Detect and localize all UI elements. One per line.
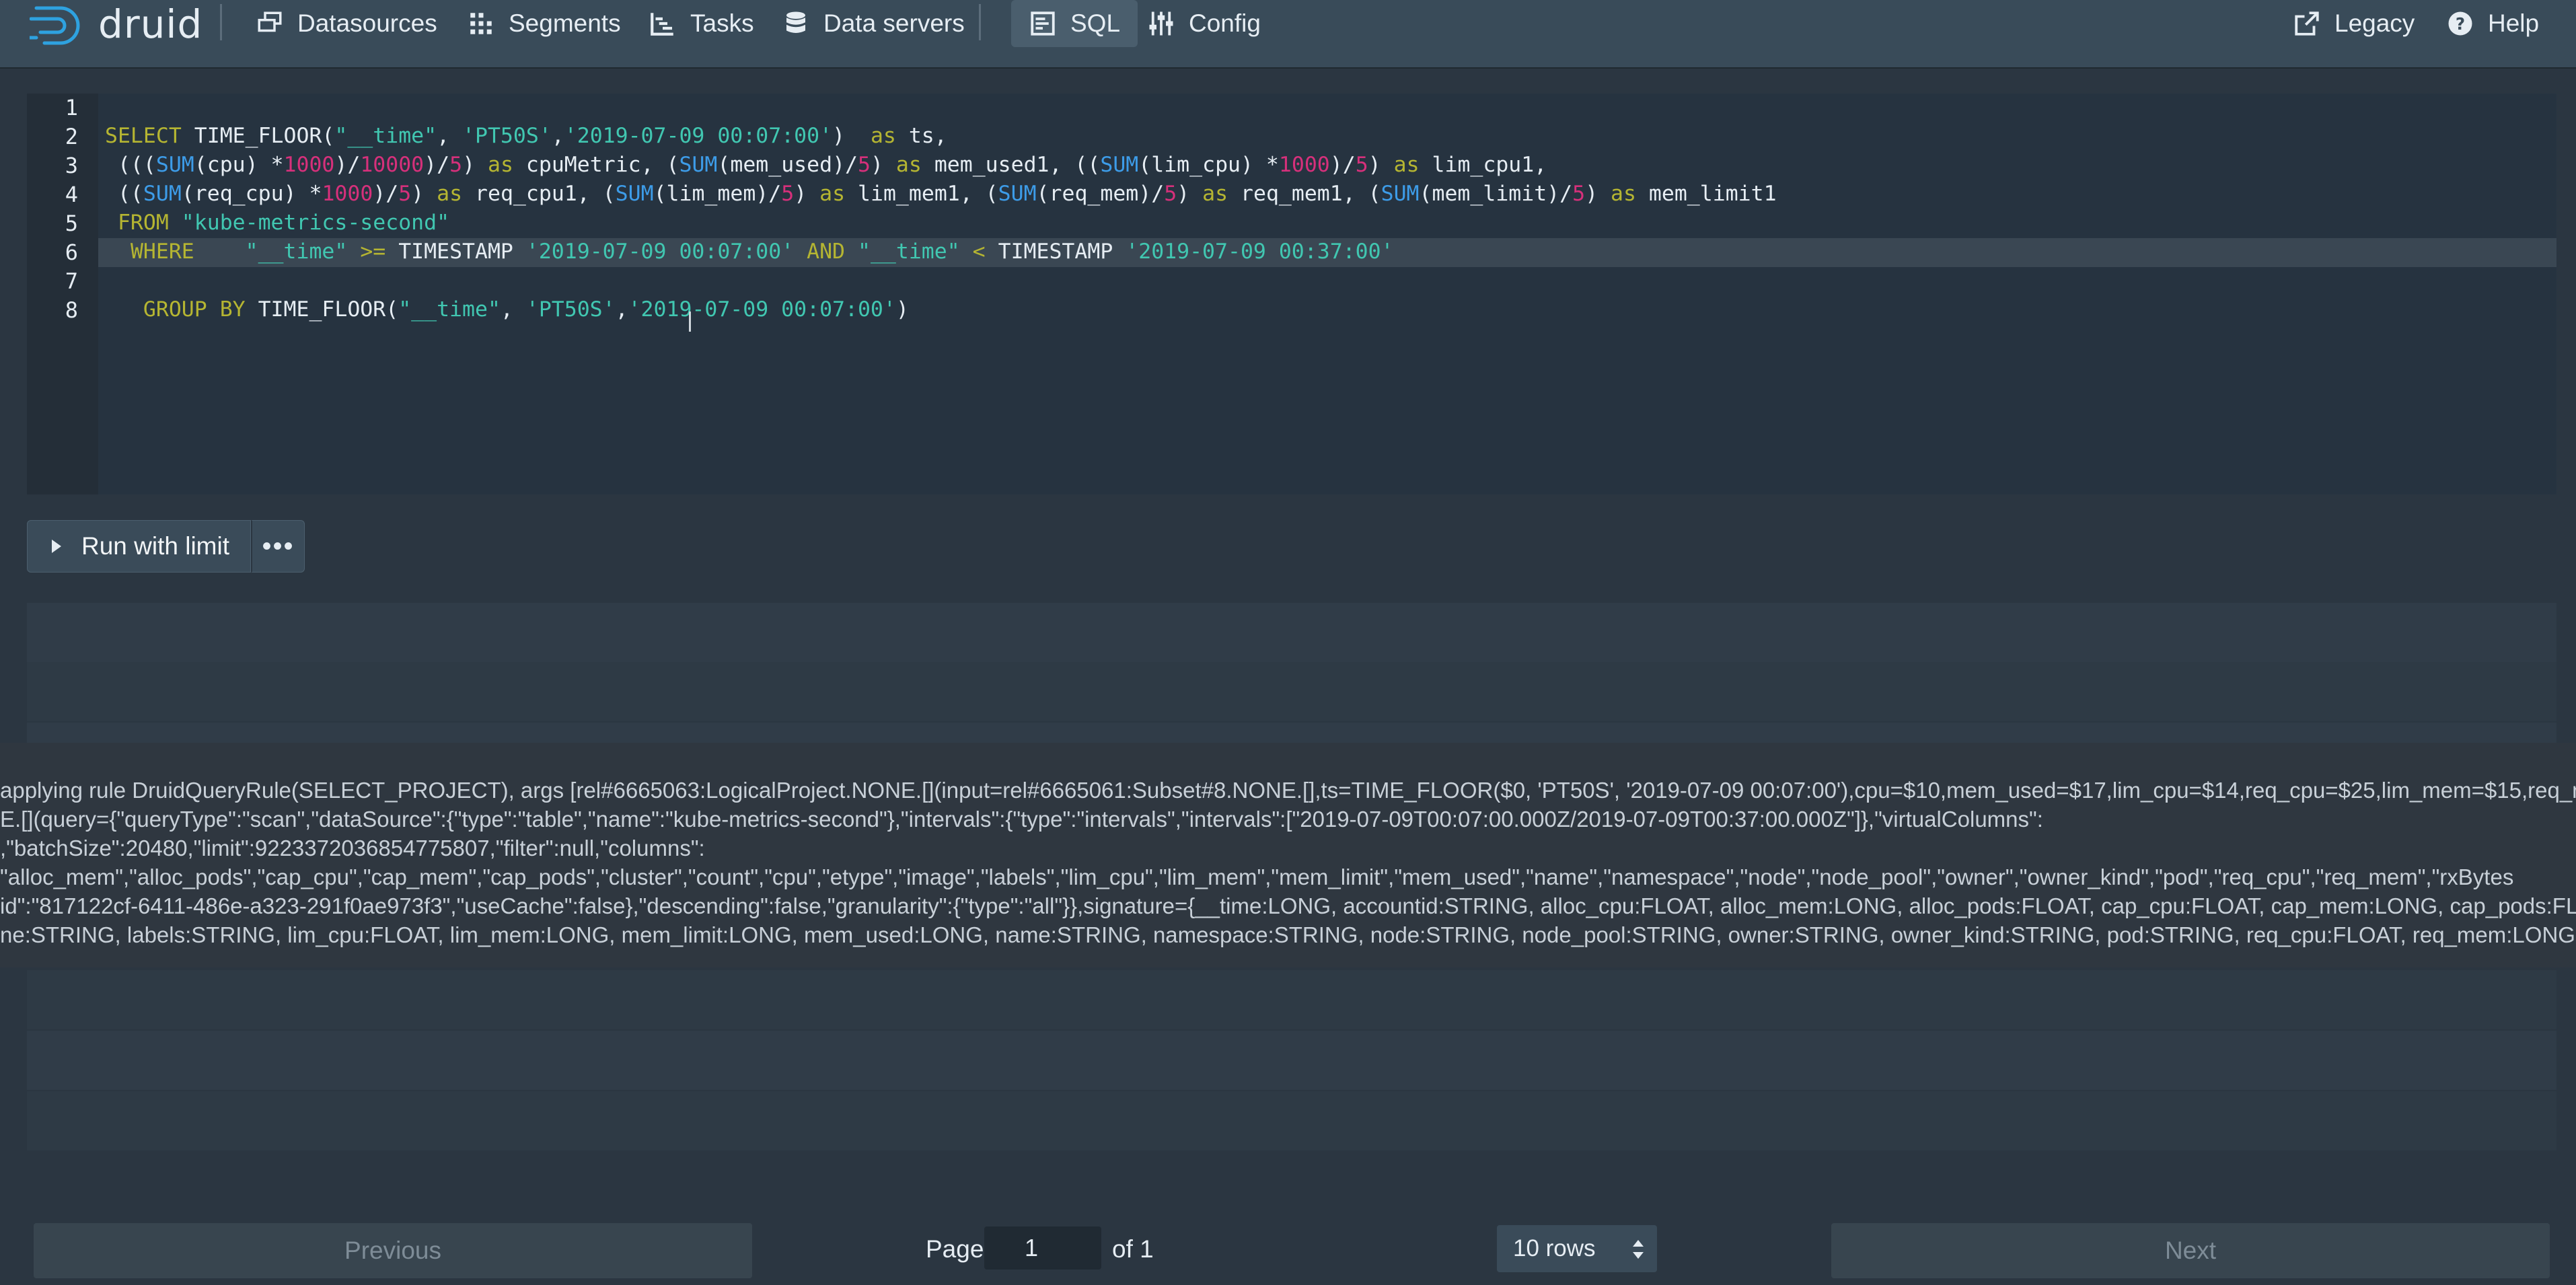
line-number-gutter: 1 2 3 4 5 6 7 8 — [27, 94, 98, 494]
nav-data-servers[interactable]: Data servers — [782, 0, 965, 47]
overlay-line: E.[](query={"queryType":"scan","dataSour… — [0, 807, 2043, 832]
line-number: 5 — [65, 211, 78, 236]
overlay-line: "alloc_mem","alloc_pods","cap_cpu","cap_… — [0, 865, 2514, 889]
overlay-line: ne:STRING, labels:STRING, lim_cpu:FLOAT,… — [0, 922, 2576, 947]
top-navbar: druid Datasources Segments Tasks Data se… — [0, 0, 2576, 67]
code-line-4: ((SUM(req_cpu) *1000)/5) as req_cpu1, (S… — [105, 182, 1777, 206]
nav-tasks[interactable]: Tasks — [649, 0, 754, 47]
nav-segments-label: Segments — [509, 9, 621, 37]
page-number-input[interactable]: 1 — [984, 1226, 1101, 1270]
brand-name: druid — [98, 1, 203, 47]
run-with-limit-button[interactable]: Run with limit — [27, 520, 251, 573]
nav-help[interactable]: ? Help — [2446, 0, 2539, 47]
nav-config-label: Config — [1189, 9, 1261, 37]
nav-tasks-label: Tasks — [690, 9, 754, 37]
nav-divider — [979, 4, 981, 40]
nav-data-servers-label: Data servers — [823, 9, 965, 37]
code-line-3: (((SUM(cpu) *1000)/10000)/5) as cpuMetri… — [105, 153, 1547, 177]
help-icon: ? — [2446, 9, 2474, 38]
line-number: 1 — [65, 95, 78, 120]
segments-icon — [467, 9, 495, 38]
line-number: 7 — [65, 268, 78, 294]
text-cursor-icon — [689, 311, 691, 332]
table-row — [27, 970, 2556, 1031]
rows-per-page-select[interactable]: 10 rows — [1497, 1225, 1657, 1272]
line-number: 4 — [65, 182, 78, 207]
kw-select: SELECT — [105, 124, 182, 148]
external-link-icon — [2293, 9, 2321, 38]
line-number: 8 — [65, 297, 78, 323]
nav-divider — [220, 4, 222, 40]
sql-icon — [1029, 9, 1057, 38]
page-label: Page — [926, 1235, 984, 1263]
svg-text:?: ? — [2456, 14, 2465, 34]
page-count-label: of 1 — [1112, 1235, 1154, 1263]
nav-legacy-label: Legacy — [2334, 9, 2415, 37]
nav-segments[interactable]: Segments — [467, 0, 621, 47]
select-arrows-icon — [1633, 1240, 1644, 1259]
line-number: 3 — [65, 153, 78, 178]
run-button-group: Run with limit ••• — [27, 520, 305, 574]
overlay-line: applying rule DruidQueryRule(SELECT_PROJ… — [0, 778, 2576, 803]
druid-logo[interactable]: druid — [30, 0, 203, 48]
druid-logo-icon — [30, 6, 80, 45]
tasks-icon — [649, 9, 677, 38]
line-number: 6 — [65, 240, 78, 265]
run-button-label: Run with limit — [81, 532, 229, 560]
play-icon — [52, 540, 61, 553]
next-page-button[interactable]: Next — [1831, 1223, 2550, 1278]
table-row — [27, 662, 2556, 723]
overlay-line: id":"817122cf-6411-486e-a323-291f0ae973f… — [0, 893, 2576, 918]
nav-config[interactable]: Config — [1147, 0, 1261, 47]
previous-page-button[interactable]: Previous — [34, 1223, 752, 1278]
code-line-5: FROM "kube-metrics-second" — [117, 211, 450, 235]
table-header — [27, 603, 2556, 663]
nav-sql-label: SQL — [1070, 9, 1121, 37]
table-row — [27, 1031, 2556, 1091]
datasources-icon — [256, 9, 284, 38]
rows-per-page-value: 10 rows — [1513, 1235, 1596, 1261]
query-error-overlay: applying rule DruidQueryRule(SELECT_PROJ… — [0, 743, 2576, 967]
sliders-icon — [1147, 9, 1175, 38]
code-line-8: GROUP BY TIME_FLOOR("__time", 'PT50S','2… — [143, 297, 909, 322]
sql-editor[interactable]: 1 2 3 4 5 6 7 8 SELECT TIME_FLOOR("__tim… — [27, 94, 2556, 494]
nav-sql[interactable]: SQL — [1011, 0, 1138, 47]
nav-datasources-label: Datasources — [297, 9, 437, 37]
nav-legacy[interactable]: Legacy — [2293, 0, 2415, 47]
table-row — [27, 1091, 2556, 1152]
overlay-line: ,"batchSize":20480,"limit":9223372036854… — [0, 836, 705, 860]
line-number: 2 — [65, 124, 78, 149]
code-line-2: SELECT TIME_FLOOR("__time", 'PT50S','201… — [105, 124, 947, 148]
database-icon — [782, 9, 810, 38]
code-line-6: WHERE "__time" >= TIMESTAMP '2019-07-09 … — [130, 240, 1394, 264]
nav-help-label: Help — [2488, 9, 2540, 37]
nav-datasources[interactable]: Datasources — [256, 0, 437, 47]
more-options-button[interactable]: ••• — [251, 520, 305, 573]
